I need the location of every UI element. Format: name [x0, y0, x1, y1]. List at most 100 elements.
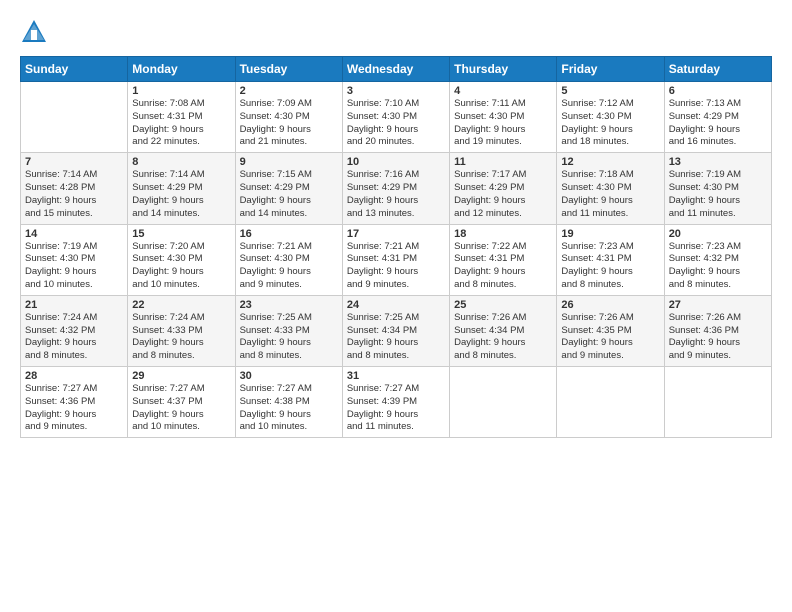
day-number: 23 — [240, 299, 338, 311]
day-number: 7 — [25, 156, 123, 168]
day-info: Sunrise: 7:27 AMSunset: 4:37 PMDaylight:… — [132, 383, 230, 434]
calendar-cell: 23Sunrise: 7:25 AMSunset: 4:33 PMDayligh… — [235, 295, 342, 366]
calendar-cell: 11Sunrise: 7:17 AMSunset: 4:29 PMDayligh… — [450, 153, 557, 224]
calendar-header-monday: Monday — [128, 57, 235, 82]
calendar-cell: 9Sunrise: 7:15 AMSunset: 4:29 PMDaylight… — [235, 153, 342, 224]
calendar-cell: 6Sunrise: 7:13 AMSunset: 4:29 PMDaylight… — [664, 82, 771, 153]
day-number: 11 — [454, 156, 552, 168]
calendar-cell: 31Sunrise: 7:27 AMSunset: 4:39 PMDayligh… — [342, 367, 449, 438]
day-number: 20 — [669, 228, 767, 240]
day-info: Sunrise: 7:26 AMSunset: 4:34 PMDaylight:… — [454, 312, 552, 363]
calendar-cell: 7Sunrise: 7:14 AMSunset: 4:28 PMDaylight… — [21, 153, 128, 224]
calendar-cell: 30Sunrise: 7:27 AMSunset: 4:38 PMDayligh… — [235, 367, 342, 438]
week-row-1: 1Sunrise: 7:08 AMSunset: 4:31 PMDaylight… — [21, 82, 772, 153]
day-number: 4 — [454, 85, 552, 97]
calendar-cell: 26Sunrise: 7:26 AMSunset: 4:35 PMDayligh… — [557, 295, 664, 366]
day-info: Sunrise: 7:15 AMSunset: 4:29 PMDaylight:… — [240, 169, 338, 220]
day-info: Sunrise: 7:24 AMSunset: 4:33 PMDaylight:… — [132, 312, 230, 363]
calendar-header-thursday: Thursday — [450, 57, 557, 82]
calendar-cell: 29Sunrise: 7:27 AMSunset: 4:37 PMDayligh… — [128, 367, 235, 438]
calendar-cell: 5Sunrise: 7:12 AMSunset: 4:30 PMDaylight… — [557, 82, 664, 153]
day-number: 26 — [561, 299, 659, 311]
day-info: Sunrise: 7:12 AMSunset: 4:30 PMDaylight:… — [561, 98, 659, 149]
day-info: Sunrise: 7:19 AMSunset: 4:30 PMDaylight:… — [25, 241, 123, 292]
day-info: Sunrise: 7:14 AMSunset: 4:29 PMDaylight:… — [132, 169, 230, 220]
week-row-2: 7Sunrise: 7:14 AMSunset: 4:28 PMDaylight… — [21, 153, 772, 224]
day-info: Sunrise: 7:13 AMSunset: 4:29 PMDaylight:… — [669, 98, 767, 149]
day-info: Sunrise: 7:14 AMSunset: 4:28 PMDaylight:… — [25, 169, 123, 220]
calendar-cell: 24Sunrise: 7:25 AMSunset: 4:34 PMDayligh… — [342, 295, 449, 366]
day-number: 8 — [132, 156, 230, 168]
day-info: Sunrise: 7:25 AMSunset: 4:34 PMDaylight:… — [347, 312, 445, 363]
day-number: 5 — [561, 85, 659, 97]
day-info: Sunrise: 7:09 AMSunset: 4:30 PMDaylight:… — [240, 98, 338, 149]
day-number: 2 — [240, 85, 338, 97]
day-number: 25 — [454, 299, 552, 311]
day-info: Sunrise: 7:24 AMSunset: 4:32 PMDaylight:… — [25, 312, 123, 363]
logo — [20, 18, 52, 46]
calendar-cell: 4Sunrise: 7:11 AMSunset: 4:30 PMDaylight… — [450, 82, 557, 153]
calendar-cell: 18Sunrise: 7:22 AMSunset: 4:31 PMDayligh… — [450, 224, 557, 295]
calendar-cell: 8Sunrise: 7:14 AMSunset: 4:29 PMDaylight… — [128, 153, 235, 224]
day-number: 27 — [669, 299, 767, 311]
calendar-cell: 22Sunrise: 7:24 AMSunset: 4:33 PMDayligh… — [128, 295, 235, 366]
day-number: 19 — [561, 228, 659, 240]
day-info: Sunrise: 7:11 AMSunset: 4:30 PMDaylight:… — [454, 98, 552, 149]
day-info: Sunrise: 7:27 AMSunset: 4:38 PMDaylight:… — [240, 383, 338, 434]
calendar-cell — [664, 367, 771, 438]
day-info: Sunrise: 7:27 AMSunset: 4:39 PMDaylight:… — [347, 383, 445, 434]
page: SundayMondayTuesdayWednesdayThursdayFrid… — [0, 0, 792, 612]
calendar: SundayMondayTuesdayWednesdayThursdayFrid… — [20, 56, 772, 438]
day-info: Sunrise: 7:25 AMSunset: 4:33 PMDaylight:… — [240, 312, 338, 363]
calendar-cell: 16Sunrise: 7:21 AMSunset: 4:30 PMDayligh… — [235, 224, 342, 295]
calendar-header-wednesday: Wednesday — [342, 57, 449, 82]
calendar-cell: 1Sunrise: 7:08 AMSunset: 4:31 PMDaylight… — [128, 82, 235, 153]
day-number: 3 — [347, 85, 445, 97]
calendar-cell: 12Sunrise: 7:18 AMSunset: 4:30 PMDayligh… — [557, 153, 664, 224]
day-info: Sunrise: 7:20 AMSunset: 4:30 PMDaylight:… — [132, 241, 230, 292]
day-info: Sunrise: 7:18 AMSunset: 4:30 PMDaylight:… — [561, 169, 659, 220]
calendar-cell: 20Sunrise: 7:23 AMSunset: 4:32 PMDayligh… — [664, 224, 771, 295]
calendar-cell: 27Sunrise: 7:26 AMSunset: 4:36 PMDayligh… — [664, 295, 771, 366]
day-info: Sunrise: 7:23 AMSunset: 4:32 PMDaylight:… — [669, 241, 767, 292]
day-info: Sunrise: 7:22 AMSunset: 4:31 PMDaylight:… — [454, 241, 552, 292]
day-number: 13 — [669, 156, 767, 168]
day-number: 12 — [561, 156, 659, 168]
calendar-cell — [21, 82, 128, 153]
calendar-header-friday: Friday — [557, 57, 664, 82]
calendar-cell: 14Sunrise: 7:19 AMSunset: 4:30 PMDayligh… — [21, 224, 128, 295]
day-number: 18 — [454, 228, 552, 240]
calendar-cell — [557, 367, 664, 438]
calendar-cell: 10Sunrise: 7:16 AMSunset: 4:29 PMDayligh… — [342, 153, 449, 224]
day-number: 21 — [25, 299, 123, 311]
calendar-cell: 25Sunrise: 7:26 AMSunset: 4:34 PMDayligh… — [450, 295, 557, 366]
week-row-4: 21Sunrise: 7:24 AMSunset: 4:32 PMDayligh… — [21, 295, 772, 366]
week-row-5: 28Sunrise: 7:27 AMSunset: 4:36 PMDayligh… — [21, 367, 772, 438]
day-info: Sunrise: 7:26 AMSunset: 4:35 PMDaylight:… — [561, 312, 659, 363]
day-number: 24 — [347, 299, 445, 311]
calendar-cell: 21Sunrise: 7:24 AMSunset: 4:32 PMDayligh… — [21, 295, 128, 366]
logo-icon — [20, 18, 48, 46]
day-info: Sunrise: 7:27 AMSunset: 4:36 PMDaylight:… — [25, 383, 123, 434]
calendar-cell: 17Sunrise: 7:21 AMSunset: 4:31 PMDayligh… — [342, 224, 449, 295]
day-number: 30 — [240, 370, 338, 382]
day-number: 17 — [347, 228, 445, 240]
day-number: 1 — [132, 85, 230, 97]
day-info: Sunrise: 7:21 AMSunset: 4:30 PMDaylight:… — [240, 241, 338, 292]
calendar-cell: 2Sunrise: 7:09 AMSunset: 4:30 PMDaylight… — [235, 82, 342, 153]
calendar-cell: 3Sunrise: 7:10 AMSunset: 4:30 PMDaylight… — [342, 82, 449, 153]
week-row-3: 14Sunrise: 7:19 AMSunset: 4:30 PMDayligh… — [21, 224, 772, 295]
calendar-header-row: SundayMondayTuesdayWednesdayThursdayFrid… — [21, 57, 772, 82]
header — [20, 18, 772, 46]
calendar-cell: 19Sunrise: 7:23 AMSunset: 4:31 PMDayligh… — [557, 224, 664, 295]
day-number: 10 — [347, 156, 445, 168]
day-info: Sunrise: 7:08 AMSunset: 4:31 PMDaylight:… — [132, 98, 230, 149]
calendar-cell — [450, 367, 557, 438]
day-info: Sunrise: 7:26 AMSunset: 4:36 PMDaylight:… — [669, 312, 767, 363]
calendar-cell: 13Sunrise: 7:19 AMSunset: 4:30 PMDayligh… — [664, 153, 771, 224]
day-info: Sunrise: 7:17 AMSunset: 4:29 PMDaylight:… — [454, 169, 552, 220]
calendar-header-saturday: Saturday — [664, 57, 771, 82]
calendar-cell: 28Sunrise: 7:27 AMSunset: 4:36 PMDayligh… — [21, 367, 128, 438]
day-number: 28 — [25, 370, 123, 382]
day-number: 6 — [669, 85, 767, 97]
